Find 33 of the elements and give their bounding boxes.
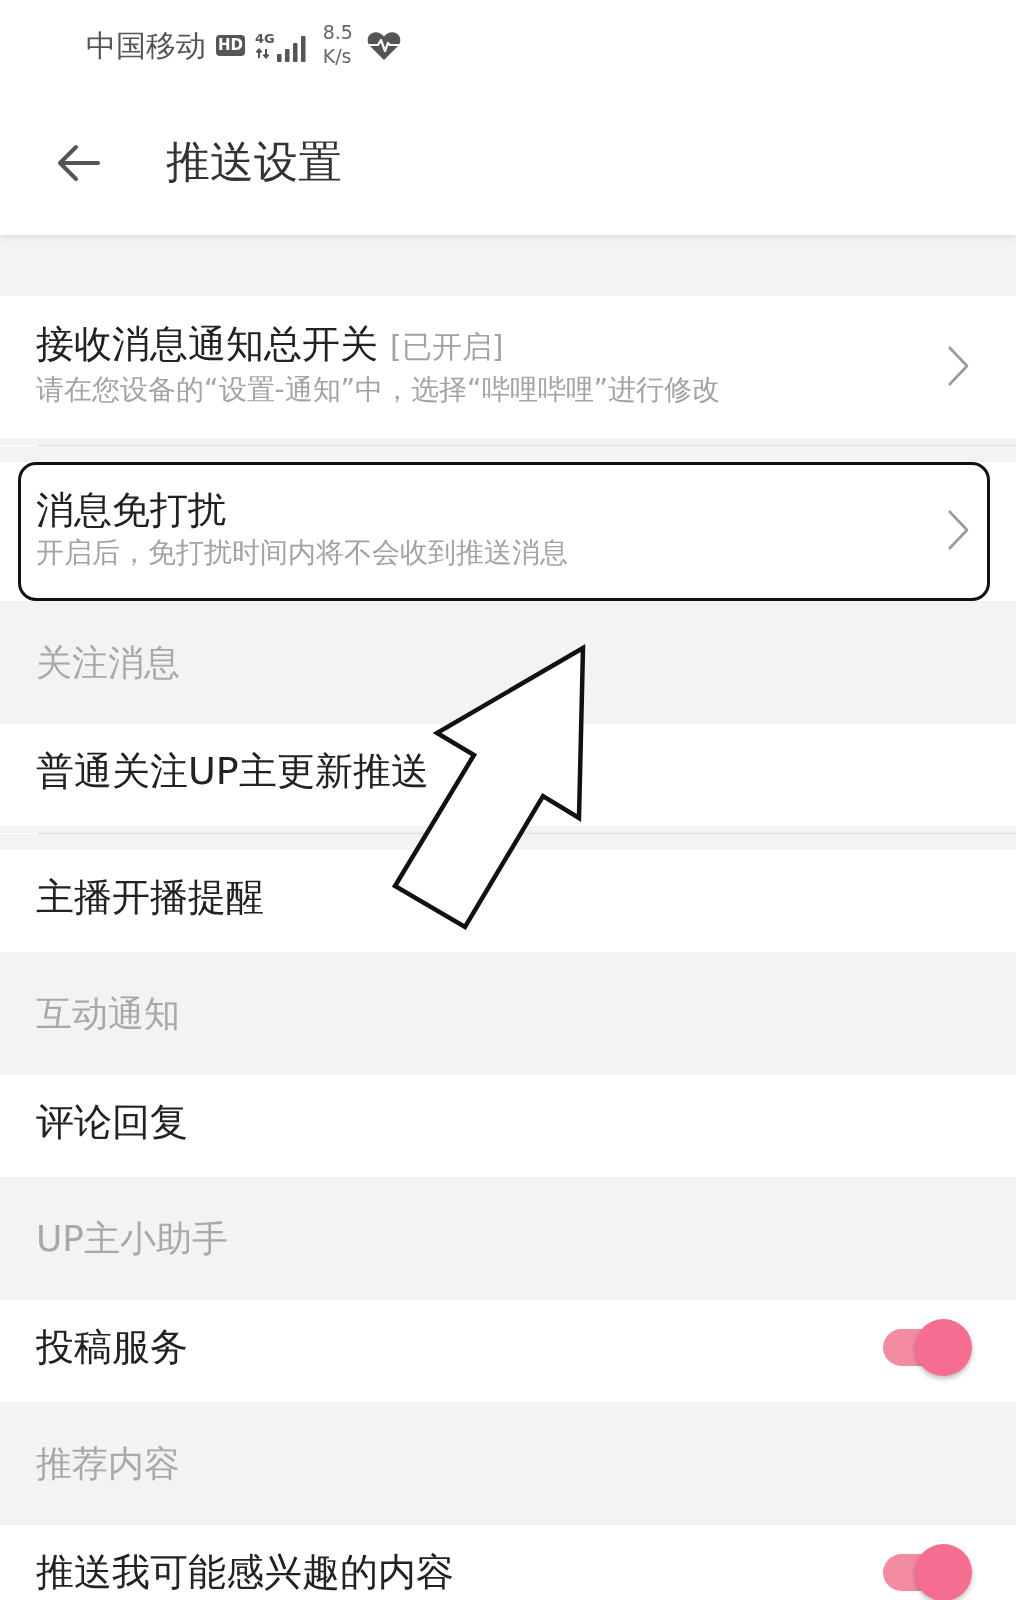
speed-unit: K/s (322, 45, 353, 69)
page-title: 推送设置 (166, 136, 342, 189)
heart-pulse-icon (366, 30, 401, 60)
row-title: 评论回复 (36, 1099, 188, 1145)
section-title: UP主小助手 (36, 1218, 229, 1259)
settings-row[interactable]: 接收消息通知总开关 [已开启] 请在您设备的“设置-通知”中，选择“哔哩哔哩”进行修改 (0, 296, 1016, 438)
row-title: 主播开播提醒 (36, 874, 264, 920)
section-title: 推荐内容 (36, 1443, 180, 1484)
carrier-name: 中国移动 (86, 28, 206, 62)
hd-indicator: HD (216, 34, 245, 56)
row-title: 接收消息通知总开关 (36, 321, 378, 367)
chevron-right-icon (947, 344, 969, 387)
back-arrow-icon (56, 143, 100, 182)
settings-row[interactable]: 消息免打扰 开启后，免打扰时间内将不会收到推送消息 (0, 462, 1016, 601)
toggle-switch[interactable] (883, 1543, 972, 1600)
row-subtitle: 开启后，免打扰时间内将不会收到推送消息 (36, 535, 569, 571)
speed-value: 8.5 (322, 21, 353, 45)
network-type-label: 4G (255, 31, 275, 45)
row-subtitle: 请在您设备的“设置-通知”中，选择“哔哩哔哩”进行修改 (36, 372, 722, 408)
row-title: 投稿服务 (36, 1324, 189, 1370)
settings-row[interactable]: 评论回复 (0, 1075, 1016, 1177)
status-label: [已开启] (390, 328, 504, 366)
row-title: 消息免打扰 (36, 487, 226, 533)
data-arrows-icon (255, 47, 271, 59)
row-title: 推送我可能感兴趣的内容 (36, 1549, 455, 1595)
row-title: 普通关注UP主更新推送 (36, 748, 429, 794)
toggle-switch[interactable] (883, 1318, 972, 1376)
back-button[interactable] (56, 143, 100, 182)
signal-bars-icon (276, 36, 307, 62)
chevron-right-icon (947, 509, 969, 551)
section-title: 关注消息 (36, 642, 180, 683)
section-title: 互动通知 (36, 993, 180, 1034)
settings-row[interactable]: 主播开播提醒 (0, 850, 1016, 952)
